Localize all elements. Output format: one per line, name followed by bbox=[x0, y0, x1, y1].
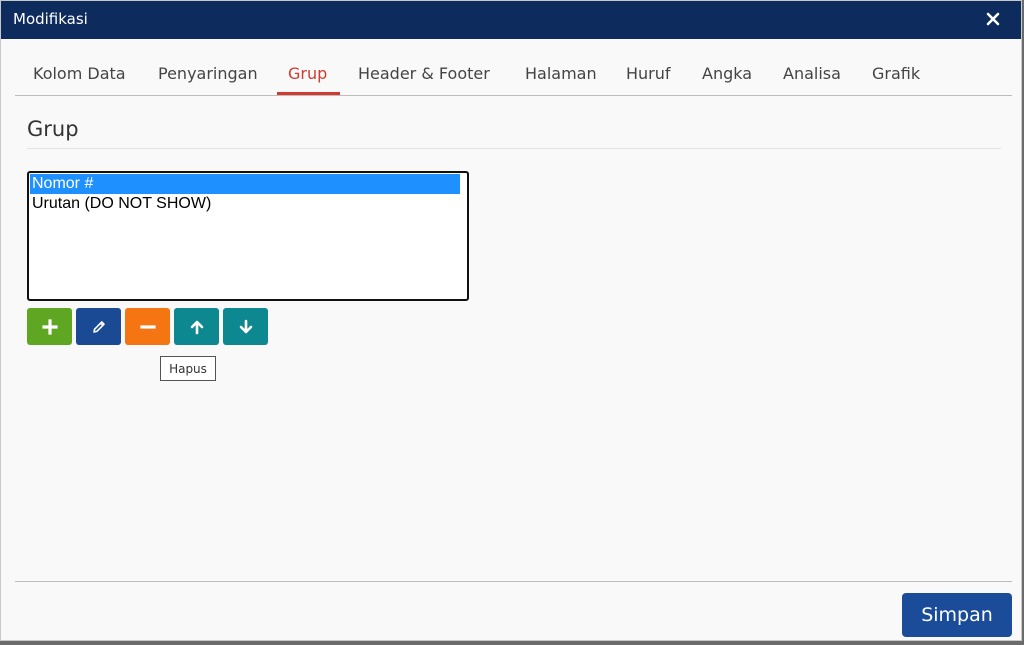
tab-halaman[interactable]: Halaman bbox=[525, 64, 597, 83]
plus-icon bbox=[41, 318, 58, 335]
dialog-title: Modifikasi bbox=[13, 10, 88, 28]
move-up-button[interactable] bbox=[174, 308, 219, 345]
list-item[interactable]: Nomor # bbox=[30, 174, 460, 194]
tab-huruf[interactable]: Huruf bbox=[626, 64, 671, 83]
tab-analisa[interactable]: Analisa bbox=[783, 64, 841, 83]
tab-grafik[interactable]: Grafik bbox=[872, 64, 920, 83]
dialog-titlebar: Modifikasi bbox=[1, 1, 1021, 39]
add-group-button[interactable] bbox=[27, 308, 72, 345]
close-button[interactable] bbox=[981, 7, 1005, 31]
group-listbox[interactable]: Nomor # Urutan (DO NOT SHOW) bbox=[27, 171, 469, 301]
arrow-up-icon bbox=[190, 320, 203, 334]
save-button[interactable]: Simpan bbox=[902, 593, 1012, 637]
tab-angka[interactable]: Angka bbox=[702, 64, 752, 83]
tab-penyaringan[interactable]: Penyaringan bbox=[158, 64, 258, 83]
pencil-icon bbox=[92, 320, 105, 333]
arrow-down-icon bbox=[239, 319, 252, 333]
section-title: Grup bbox=[27, 117, 79, 141]
close-icon bbox=[986, 12, 1000, 26]
active-tab-indicator bbox=[277, 92, 340, 95]
tab-grup[interactable]: Grup bbox=[288, 64, 327, 83]
move-down-button[interactable] bbox=[223, 308, 268, 345]
section-divider bbox=[27, 148, 1001, 149]
tab-bar: Kolom Data Penyaringan Grup Header & Foo… bbox=[15, 53, 1012, 96]
tab-header-footer[interactable]: Header & Footer bbox=[358, 64, 490, 83]
footer-divider bbox=[15, 581, 1012, 582]
edit-group-button[interactable] bbox=[76, 308, 121, 345]
minus-icon bbox=[139, 324, 156, 329]
remove-group-button[interactable] bbox=[125, 308, 170, 345]
modify-dialog: Modifikasi Kolom Data Penyaringan Grup H… bbox=[0, 0, 1022, 641]
remove-tooltip: Hapus bbox=[160, 356, 216, 381]
list-item[interactable]: Urutan (DO NOT SHOW) bbox=[30, 194, 460, 214]
tab-kolom-data[interactable]: Kolom Data bbox=[33, 64, 126, 83]
